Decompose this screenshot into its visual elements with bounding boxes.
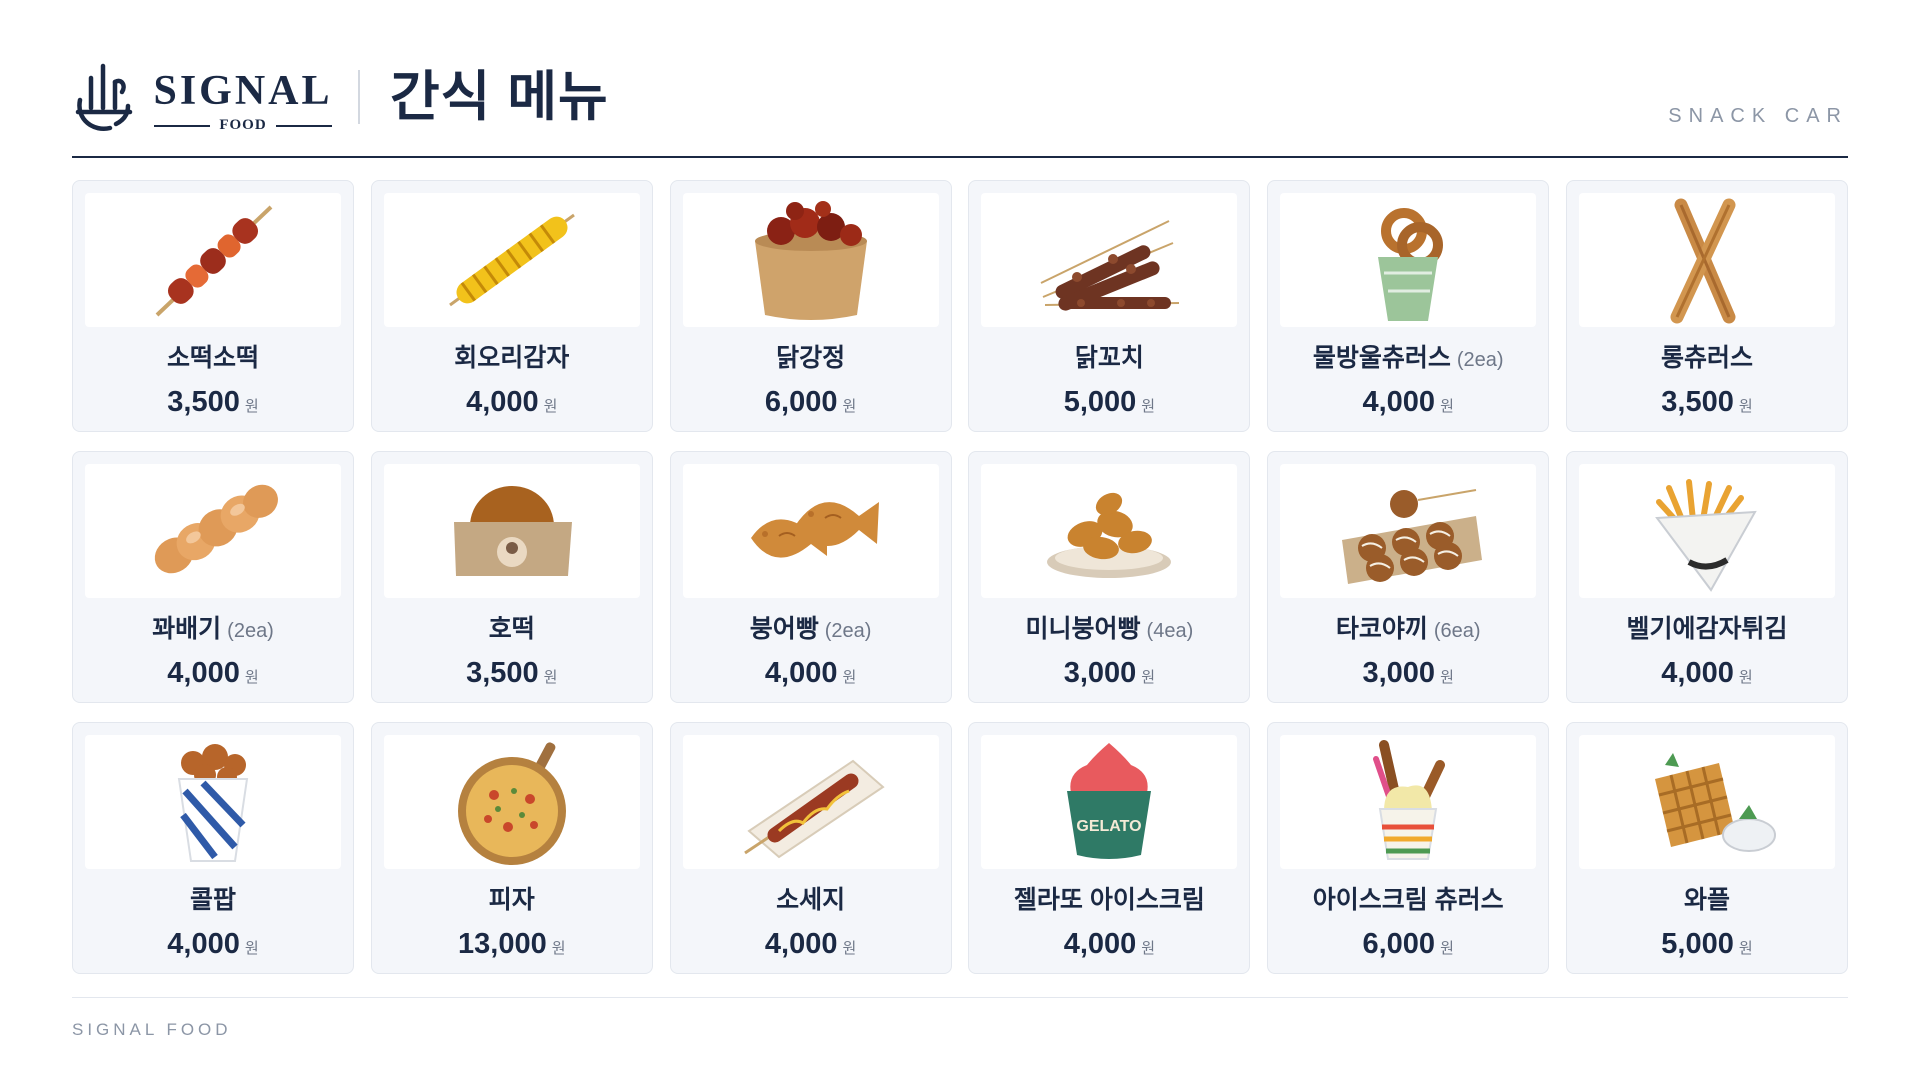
item-price: 4,000 원	[764, 657, 857, 689]
item-price: 4,000 원	[466, 386, 558, 418]
mini-fish-bread-plate-icon	[981, 464, 1238, 598]
brand-sub-text: FOOD	[219, 117, 267, 133]
item-name: 와플	[1683, 886, 1730, 914]
item-name: 붕어빵 (2ea)	[749, 615, 872, 643]
item-price: 4,000 원	[167, 928, 259, 960]
icecream-churros-icon	[1280, 735, 1537, 869]
menu-card[interactable]: GELATO 젤라또 아이스크림 4,000 원	[968, 722, 1251, 974]
item-name: 닭꼬치	[1074, 344, 1144, 372]
menu-card[interactable]: 벨기에감자튀김 4,000 원	[1565, 451, 1848, 703]
item-name: 소세지	[776, 886, 846, 914]
belgian-fries-cone-icon	[1578, 464, 1835, 598]
page-title: 간식 메뉴	[390, 67, 609, 127]
fish-bread-icon	[682, 464, 939, 598]
menu-card[interactable]: 롱츄러스 3,500 원	[1565, 180, 1848, 432]
menu-card[interactable]: 물방울츄러스 (2ea) 4,000 원	[1267, 180, 1550, 432]
item-name: 미니붕어빵 (4ea)	[1025, 615, 1194, 643]
menu-card[interactable]: 콜팝 4,000 원	[72, 722, 354, 974]
menu-grid: 소떡소떡 3,500 원 회오리감자 4,000 원 닭강정 6,000 원 닭…	[72, 180, 1848, 974]
brand-sub: FOOD	[152, 116, 334, 134]
item-price: 3,500 원	[466, 657, 558, 689]
menu-card[interactable]: 소세지 4,000 원	[669, 722, 952, 974]
menu-card[interactable]: 소떡소떡 3,500 원	[72, 180, 354, 432]
twisted-donut-icon	[85, 464, 341, 598]
brand-name: SIGNAL	[153, 68, 333, 114]
item-price: 4,000 원	[1063, 928, 1156, 960]
menu-card[interactable]: 닭강정 6,000 원	[669, 180, 952, 432]
item-name: 호떡	[488, 615, 535, 643]
item-price: 4,000 원	[167, 657, 259, 689]
sotteok-skewer-icon	[85, 193, 341, 327]
menu-card[interactable]: 미니붕어빵 (4ea) 3,000 원	[968, 451, 1251, 703]
footer-divider	[72, 997, 1848, 998]
signal-logo-icon	[75, 63, 133, 132]
item-name: 닭강정	[776, 344, 846, 372]
item-name: 아이스크림 츄러스	[1312, 886, 1504, 914]
footer-brand: SIGNAL FOOD	[72, 1020, 232, 1039]
item-name: 젤라또 아이스크림	[1013, 886, 1205, 914]
gelato-cup-label: GELATO	[1077, 818, 1142, 835]
item-name: 벨기에감자튀김	[1626, 615, 1788, 643]
item-name: 콜팝	[189, 886, 236, 914]
menu-card[interactable]: 붕어빵 (2ea) 4,000 원	[669, 451, 952, 703]
item-name: 물방울츄러스 (2ea)	[1312, 344, 1504, 372]
menu-card[interactable]: 호떡 3,500 원	[370, 451, 653, 703]
item-name: 피자	[488, 886, 535, 914]
ring-churros-cup-icon	[1280, 193, 1537, 327]
gelato-cup-icon: GELATO	[981, 735, 1238, 869]
colpop-cup-icon	[85, 735, 341, 869]
item-price: 6,000 원	[1362, 928, 1454, 960]
menu-card[interactable]: 타코야끼 (6ea) 3,000 원	[1267, 451, 1550, 703]
header-divider	[358, 70, 360, 124]
menu-card[interactable]: 회오리감자 4,000 원	[370, 180, 653, 432]
chicken-skewers-icon	[981, 193, 1238, 327]
item-price: 5,000 원	[1661, 928, 1753, 960]
item-price: 4,000 원	[1661, 657, 1753, 689]
takoyaki-tray-icon	[1280, 464, 1537, 598]
item-price: 3,000 원	[1063, 657, 1156, 689]
sausage-tray-icon	[682, 735, 939, 869]
item-name: 타코야끼 (6ea)	[1335, 615, 1481, 643]
item-price: 4,000 원	[1362, 386, 1454, 418]
item-name: 회오리감자	[454, 344, 570, 372]
menu-card[interactable]: 와플 5,000 원	[1565, 722, 1848, 974]
item-price: 13,000 원	[458, 928, 566, 960]
waffle-icon	[1578, 735, 1835, 869]
item-price: 3,500 원	[167, 386, 259, 418]
hotteok-icon	[383, 464, 640, 598]
long-churros-icon	[1578, 193, 1835, 327]
menu-card[interactable]: 닭꼬치 5,000 원	[968, 180, 1251, 432]
item-name: 꽈배기 (2ea)	[152, 615, 274, 643]
page-subtitle: SNACK CAR	[1668, 105, 1848, 127]
item-name: 롱츄러스	[1660, 344, 1753, 372]
item-price: 4,000 원	[764, 928, 857, 960]
tornado-potato-icon	[383, 193, 640, 327]
menu-card[interactable]: 피자 13,000 원	[370, 722, 653, 974]
item-price: 5,000 원	[1063, 386, 1156, 418]
item-price: 3,000 원	[1362, 657, 1454, 689]
chicken-bites-cup-icon	[682, 193, 939, 327]
item-name: 소떡소떡	[166, 344, 259, 372]
pizza-board-icon	[383, 735, 640, 869]
item-price: 3,500 원	[1661, 386, 1753, 418]
item-price: 6,000 원	[764, 386, 857, 418]
page-header: SIGNAL FOOD 간식 메뉴 SNACK CAR	[72, 56, 1848, 158]
menu-card[interactable]: 아이스크림 츄러스 6,000 원	[1267, 722, 1550, 974]
menu-card[interactable]: 꽈배기 (2ea) 4,000 원	[72, 451, 354, 703]
brand-logotype: SIGNAL FOOD	[152, 68, 334, 134]
